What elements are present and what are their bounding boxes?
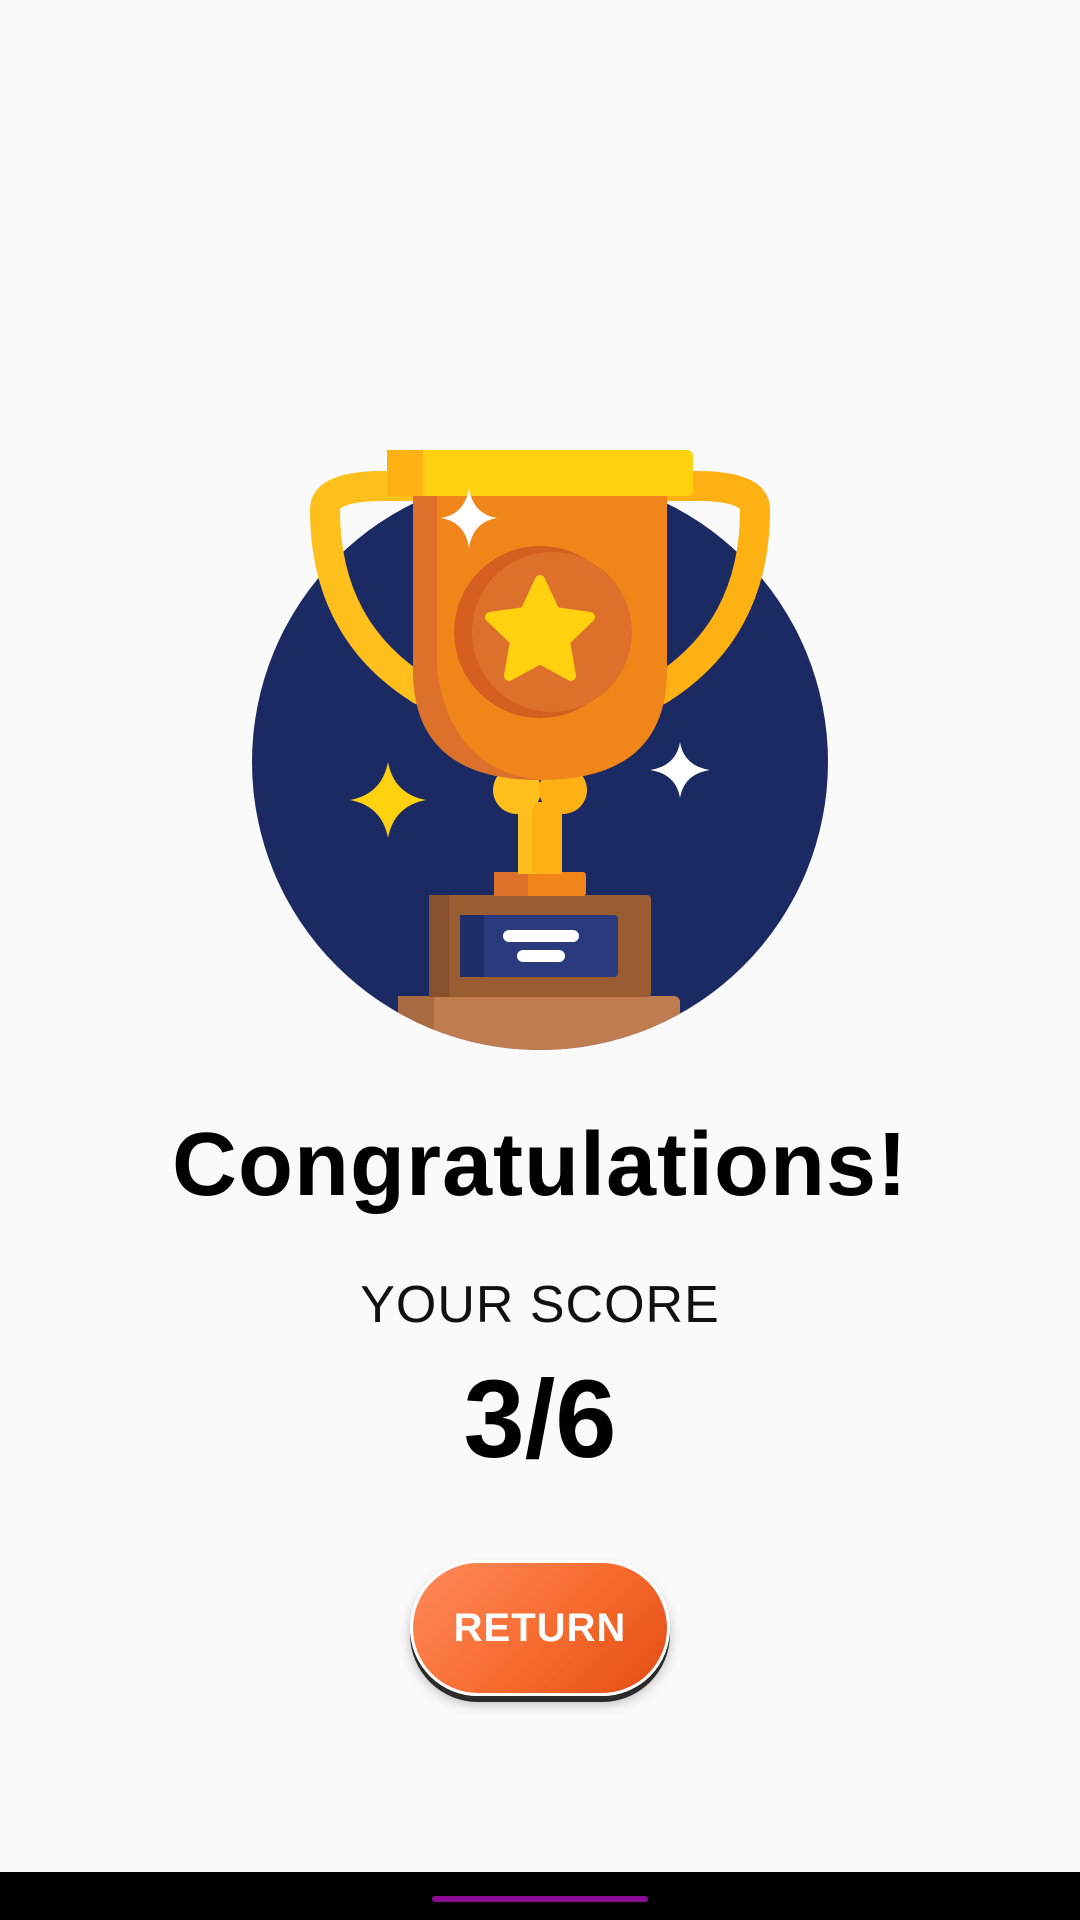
return-button[interactable]: RETURN <box>410 1560 670 1696</box>
trophy-rim <box>387 450 693 496</box>
trophy-plinth <box>398 996 680 1050</box>
congratulations-title: Congratulations! <box>172 1115 908 1215</box>
trophy-icon <box>252 450 828 1050</box>
trophy-illustration <box>245 440 835 1060</box>
score-value: 3/6 <box>463 1358 617 1481</box>
home-gesture-handle[interactable] <box>432 1896 648 1902</box>
score-label: YOUR SCORE <box>360 1276 720 1334</box>
